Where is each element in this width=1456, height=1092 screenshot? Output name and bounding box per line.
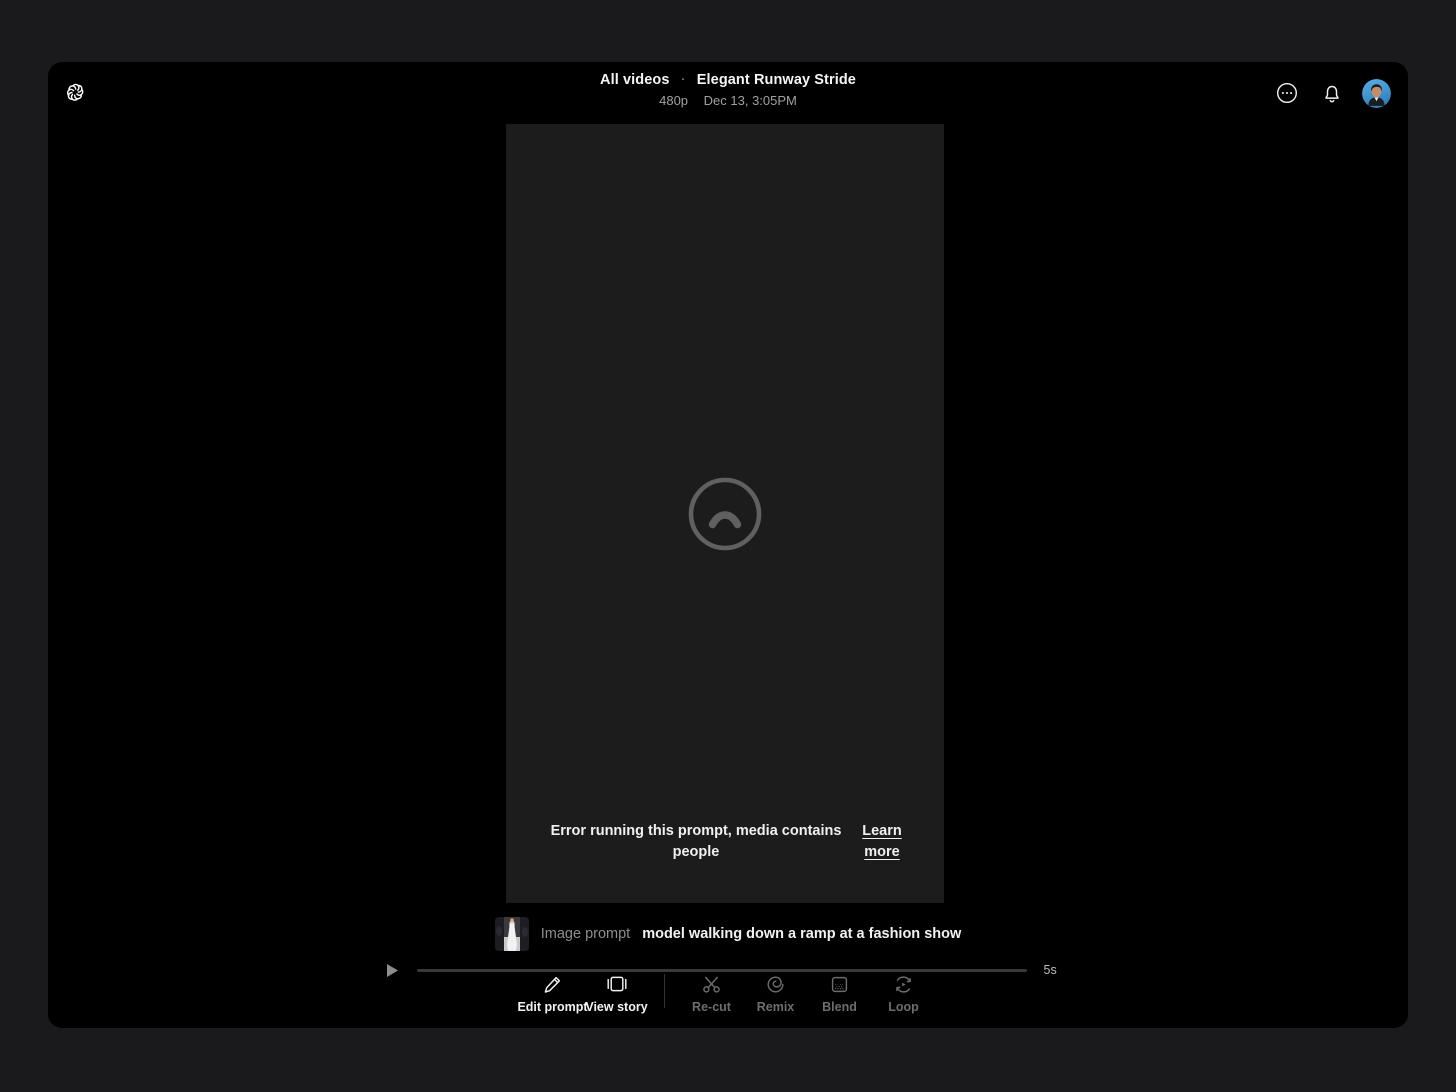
notifications-button[interactable] <box>1317 78 1347 108</box>
edit-prompt-label: Edit prompt <box>517 1000 588 1014</box>
loop-icon <box>894 974 913 994</box>
remix-button[interactable]: Remix <box>744 974 808 1014</box>
error-message: Error running this prompt, media contain… <box>550 823 842 860</box>
sad-face-icon <box>688 477 762 551</box>
timeline-scrubber[interactable] <box>416 968 1027 972</box>
storyboard-icon <box>606 974 628 994</box>
loop-button[interactable]: Loop <box>872 974 936 1014</box>
blend-icon <box>830 974 849 994</box>
app-window: All videos · Elegant Runway Stride 480p … <box>48 62 1408 1028</box>
image-prompt-thumbnail[interactable] <box>494 917 529 951</box>
resolution-label: 480p <box>659 93 689 108</box>
scissors-icon <box>702 974 721 994</box>
loop-label: Loop <box>888 1000 919 1014</box>
learn-more-link[interactable]: Learn more <box>860 821 904 863</box>
view-story-label: View story <box>585 1000 648 1014</box>
prompt-kind-label: Image prompt <box>540 926 631 942</box>
re-cut-label: Re-cut <box>692 1000 731 1014</box>
remix-label: Remix <box>756 1000 795 1014</box>
video-canvas[interactable]: Error running this prompt, media contain… <box>506 124 944 903</box>
breadcrumb-current-video[interactable]: Elegant Runway Stride <box>697 70 856 90</box>
view-story-button[interactable]: View story <box>585 974 649 1014</box>
timestamp-label: Dec 13, 3:05PM <box>703 93 797 108</box>
remix-spiral-icon <box>766 974 785 994</box>
edit-prompt-button[interactable]: Edit prompt <box>517 974 588 1014</box>
prompt-row: Image prompt model walking down a ramp a… <box>48 917 1408 951</box>
prompt-text: model walking down a ramp at a fashion s… <box>642 926 962 942</box>
breadcrumb-separator: · <box>680 71 686 87</box>
video-meta: 480p Dec 13, 3:05PM <box>48 92 1408 110</box>
more-options-button[interactable] <box>1272 78 1302 108</box>
app-header: All videos · Elegant Runway Stride 480p … <box>48 62 1408 124</box>
breadcrumb: All videos · Elegant Runway Stride 480p … <box>48 70 1408 110</box>
re-cut-button[interactable]: Re-cut <box>680 974 744 1014</box>
avatar[interactable] <box>1362 78 1391 108</box>
breadcrumb-all-videos[interactable]: All videos <box>600 70 670 90</box>
pencil-icon <box>543 974 562 994</box>
bottom-toolbar: Edit prompt View story Re-cut Remix Blen… <box>48 974 1408 1014</box>
blend-button[interactable]: Blend <box>808 974 872 1014</box>
toolbar-divider <box>663 974 665 1008</box>
openai-logo-icon[interactable] <box>60 80 86 106</box>
blend-label: Blend <box>822 1000 857 1014</box>
error-banner: Error running this prompt, media contain… <box>506 797 944 903</box>
header-actions <box>1272 78 1391 108</box>
